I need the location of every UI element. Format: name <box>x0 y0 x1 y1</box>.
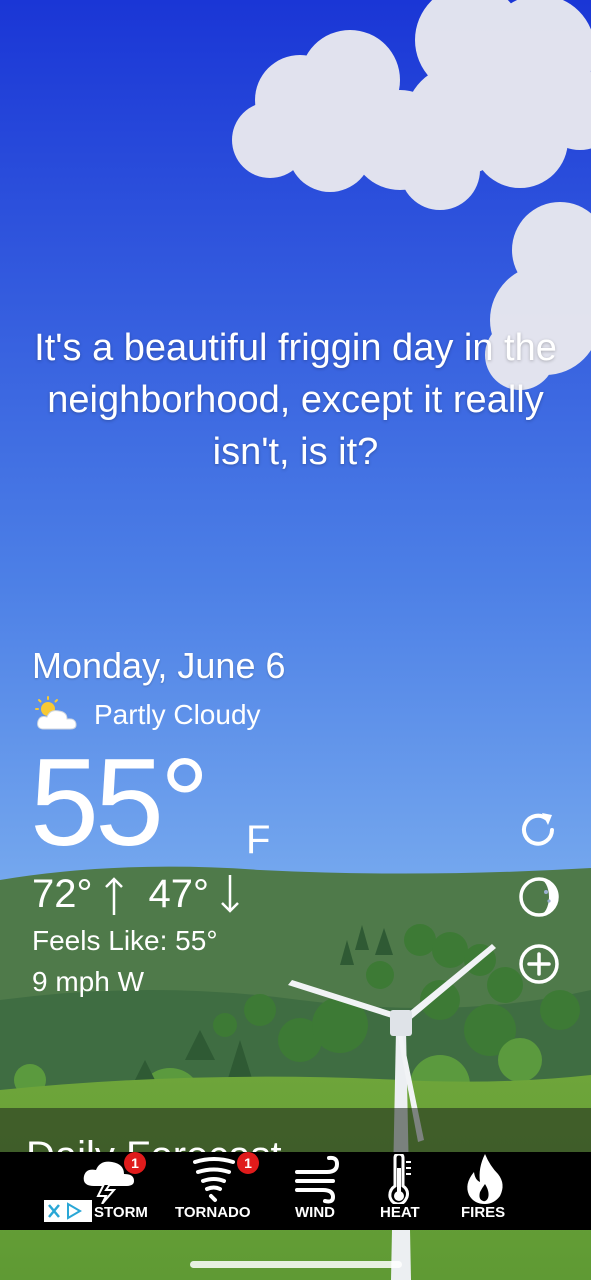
tab-fires-label: FIRES <box>461 1204 506 1221</box>
fire-icon <box>467 1154 503 1204</box>
tornado-icon <box>193 1157 235 1202</box>
tab-wind[interactable]: WIND <box>293 1152 343 1230</box>
low-temperature: 47° <box>148 872 210 916</box>
thermometer-icon <box>388 1154 411 1204</box>
tab-storm-label: STORM <box>94 1204 148 1221</box>
tab-tornado[interactable]: 1 TORNADO <box>175 1152 259 1230</box>
tab-heat-label: HEAT <box>380 1204 420 1221</box>
daily-forecast-header[interactable]: Daily Forecast <box>0 1108 591 1152</box>
wind-speed: 9 mph W <box>32 966 145 997</box>
current-date: Monday, June 6 <box>32 645 286 686</box>
partly-cloudy-icon <box>35 696 77 730</box>
high-low-temperatures: 72° 47° <box>32 872 241 917</box>
moon-phase-button[interactable] <box>516 874 562 920</box>
home-indicator[interactable] <box>190 1261 402 1268</box>
weather-scene-background <box>0 0 591 1280</box>
moon-phase-icon <box>519 877 559 917</box>
ad-choices-badge[interactable] <box>44 1200 92 1222</box>
tornado-badge: 1 <box>237 1152 259 1174</box>
condition-row: Partly Cloudy <box>32 693 261 737</box>
ad-choices-icon <box>48 1202 82 1220</box>
temperature-unit: F <box>246 818 271 862</box>
tab-wind-label: WIND <box>295 1204 335 1221</box>
daily-forecast-title: Daily Forecast <box>26 1134 282 1152</box>
refresh-icon <box>522 813 554 846</box>
storm-badge: 1 <box>124 1152 146 1174</box>
add-icon <box>519 944 559 984</box>
arrow-down-icon <box>221 874 239 913</box>
condition-label: Partly Cloudy <box>94 699 261 730</box>
add-location-button[interactable] <box>516 941 562 987</box>
arrow-up-icon <box>104 876 123 915</box>
wind-icon <box>295 1155 340 1204</box>
feels-like: Feels Like: 55° <box>32 925 218 956</box>
tab-tornado-label: TORNADO <box>175 1204 251 1221</box>
high-temperature: 72° <box>32 872 93 916</box>
tagline-text: It's a beautiful friggin day in the neig… <box>34 327 557 473</box>
tab-heat[interactable]: HEAT <box>378 1152 424 1230</box>
refresh-button[interactable] <box>516 807 562 853</box>
current-temperature: 55° <box>30 734 210 872</box>
tab-fires[interactable]: FIRES <box>460 1152 510 1230</box>
